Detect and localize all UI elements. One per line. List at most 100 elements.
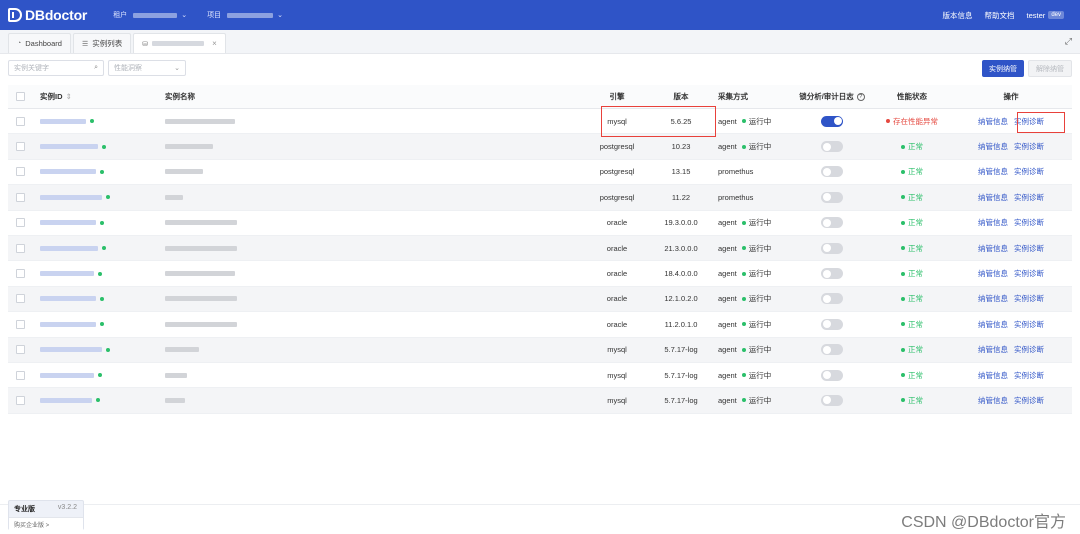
- lock-audit-toggle[interactable]: [821, 268, 843, 280]
- table-row[interactable]: oracle 11.2.0.1.0 agent 运行中 正常 纳管信息 实例诊断: [8, 312, 1072, 338]
- online-status-dot: [100, 322, 104, 327]
- select-all-checkbox[interactable]: [15, 92, 25, 101]
- table-row[interactable]: mysql 5.7.17-log agent 运行中 正常 纳管信息 实例诊断: [8, 337, 1072, 363]
- row-checkbox[interactable]: [15, 319, 25, 329]
- lock-audit-toggle[interactable]: [821, 191, 843, 203]
- manage-info-link[interactable]: 纳管信息: [978, 217, 1008, 228]
- lock-audit-toggle[interactable]: [821, 318, 843, 330]
- manage-info-link[interactable]: 纳管信息: [978, 268, 1008, 279]
- tenant-selector[interactable]: 租户 ⌄: [113, 10, 187, 20]
- tab-instance-detail[interactable]: ⛁ ×: [133, 33, 226, 53]
- onboard-instance-button[interactable]: 实例纳管: [982, 60, 1024, 77]
- row-checkbox[interactable]: [15, 218, 25, 228]
- help-icon[interactable]: ?: [856, 92, 865, 101]
- diagnose-link[interactable]: 实例诊断: [1014, 141, 1044, 152]
- manage-info-link[interactable]: 纳管信息: [978, 192, 1008, 203]
- manage-info-link[interactable]: 纳管信息: [978, 344, 1008, 355]
- manage-info-link[interactable]: 纳管信息: [978, 116, 1008, 127]
- manage-info-link[interactable]: 纳管信息: [978, 370, 1008, 381]
- row-checkbox[interactable]: [15, 142, 25, 152]
- collect-method: agent: [718, 319, 737, 329]
- project-label: 项目: [207, 12, 222, 19]
- user-menu[interactable]: tester dev: [1027, 11, 1064, 20]
- help-docs-link[interactable]: 帮助文档: [985, 10, 1015, 21]
- row-checkbox[interactable]: [15, 345, 25, 355]
- project-selector[interactable]: 项目 ⌄: [207, 10, 283, 20]
- lock-audit-toggle[interactable]: [821, 141, 843, 153]
- offboard-instance-button[interactable]: 解除纳管: [1028, 60, 1072, 77]
- lock-audit-toggle[interactable]: [821, 115, 843, 127]
- table-row[interactable]: postgresql 10.23 agent 运行中 正常 纳管信息 实例诊断: [8, 134, 1072, 160]
- manage-info-link[interactable]: 纳管信息: [978, 293, 1008, 304]
- instance-id-redacted[interactable]: [40, 194, 102, 200]
- instance-id-redacted[interactable]: [40, 372, 94, 378]
- row-checkbox[interactable]: [15, 370, 25, 380]
- instance-id-redacted[interactable]: [40, 169, 96, 175]
- row-checkbox[interactable]: [15, 269, 25, 279]
- instance-id-redacted[interactable]: [40, 397, 92, 403]
- table-row[interactable]: mysql 5.7.17-log agent 运行中 正常 纳管信息 实例诊断: [8, 388, 1072, 414]
- instance-name-redacted: [165, 296, 237, 302]
- close-icon[interactable]: ×: [212, 39, 217, 48]
- diagnose-link[interactable]: 实例诊断: [1014, 166, 1044, 177]
- lock-audit-toggle[interactable]: [821, 293, 843, 305]
- lock-audit-toggle[interactable]: [821, 242, 843, 254]
- instance-name-redacted: [165, 144, 213, 150]
- manage-info-link[interactable]: 纳管信息: [978, 319, 1008, 330]
- manage-info-link[interactable]: 纳管信息: [978, 243, 1008, 254]
- table-row[interactable]: mysql 5.7.17-log agent 运行中 正常 纳管信息 实例诊断: [8, 363, 1072, 389]
- fullscreen-icon[interactable]: ⤢: [1065, 36, 1072, 47]
- instance-id-redacted[interactable]: [40, 321, 96, 327]
- instance-search-input[interactable]: 实例关键字 ⌕: [8, 60, 104, 76]
- diagnose-link[interactable]: 实例诊断: [1014, 268, 1044, 279]
- instance-id-redacted[interactable]: [40, 220, 96, 226]
- lock-audit-toggle[interactable]: [821, 369, 843, 381]
- lock-audit-toggle[interactable]: [821, 344, 843, 356]
- table-row[interactable]: oracle 19.3.0.0.0 agent 运行中 正常 纳管信息 实例诊断: [8, 211, 1072, 236]
- instance-id-redacted[interactable]: [40, 118, 86, 124]
- lock-audit-toggle[interactable]: [821, 217, 843, 229]
- table-row[interactable]: oracle 21.3.0.0.0 agent 运行中 正常 纳管信息 实例诊断: [8, 235, 1072, 262]
- row-checkbox[interactable]: [15, 167, 25, 177]
- brand-logo[interactable]: DBdoctor: [8, 7, 87, 23]
- instance-id-redacted[interactable]: [40, 271, 94, 277]
- lock-audit-toggle[interactable]: [821, 394, 843, 406]
- tab-dashboard[interactable]: ◔ Dashboard: [8, 33, 71, 53]
- version-info-link[interactable]: 版本信息: [943, 10, 973, 21]
- diagnose-link[interactable]: 实例诊断: [1014, 243, 1044, 254]
- tab-instance-list[interactable]: ☰ 实例列表: [72, 33, 132, 53]
- row-checkbox[interactable]: [15, 294, 25, 304]
- table-row[interactable]: postgresql 11.22 promethus 正常 纳管信息 实例诊断: [8, 185, 1072, 211]
- row-checkbox[interactable]: [15, 395, 25, 405]
- diagnose-link[interactable]: 实例诊断: [1014, 192, 1044, 203]
- upgrade-link[interactable]: 购买企业版 >: [9, 517, 83, 531]
- online-status-dot: [102, 246, 106, 251]
- diagnose-link[interactable]: 实例诊断: [1014, 293, 1044, 304]
- instance-id-redacted[interactable]: [40, 347, 102, 353]
- diagnose-link[interactable]: 实例诊断: [1014, 116, 1044, 127]
- online-status-dot: [98, 271, 102, 276]
- lock-audit-toggle[interactable]: [821, 166, 843, 178]
- perf-insight-select[interactable]: 性能洞察 ⌄: [108, 60, 186, 76]
- diagnose-link[interactable]: 实例诊断: [1014, 344, 1044, 355]
- table-row[interactable]: oracle 18.4.0.0.0 agent 运行中 正常 纳管信息 实例诊断: [8, 261, 1072, 287]
- perf-status-text: 正常: [908, 142, 923, 152]
- instance-id-redacted[interactable]: [40, 144, 98, 150]
- instance-id-redacted[interactable]: [40, 296, 96, 302]
- row-checkbox[interactable]: [15, 243, 25, 253]
- diagnose-link[interactable]: 实例诊断: [1014, 370, 1044, 381]
- diagnose-link[interactable]: 实例诊断: [1014, 395, 1044, 406]
- instance-id-redacted[interactable]: [40, 245, 98, 251]
- row-checkbox[interactable]: [15, 116, 25, 126]
- manage-info-link[interactable]: 纳管信息: [978, 141, 1008, 152]
- table-row[interactable]: mysql 5.6.25 agent 运行中 存在性能异常 纳管信息 实例诊断: [8, 109, 1072, 135]
- diagnose-link[interactable]: 实例诊断: [1014, 319, 1044, 330]
- diagnose-link[interactable]: 实例诊断: [1014, 217, 1044, 228]
- table-row[interactable]: postgresql 13.15 promethus 正常 纳管信息 实例诊断: [8, 160, 1072, 186]
- table-row[interactable]: oracle 12.1.0.2.0 agent 运行中 正常 纳管信息 实例诊断: [8, 286, 1072, 313]
- manage-info-link[interactable]: 纳管信息: [978, 395, 1008, 406]
- sort-icon[interactable]: ⇕: [66, 92, 72, 101]
- row-checkbox[interactable]: [15, 192, 25, 202]
- version-cell: 5.6.25: [670, 116, 692, 126]
- manage-info-link[interactable]: 纳管信息: [978, 166, 1008, 177]
